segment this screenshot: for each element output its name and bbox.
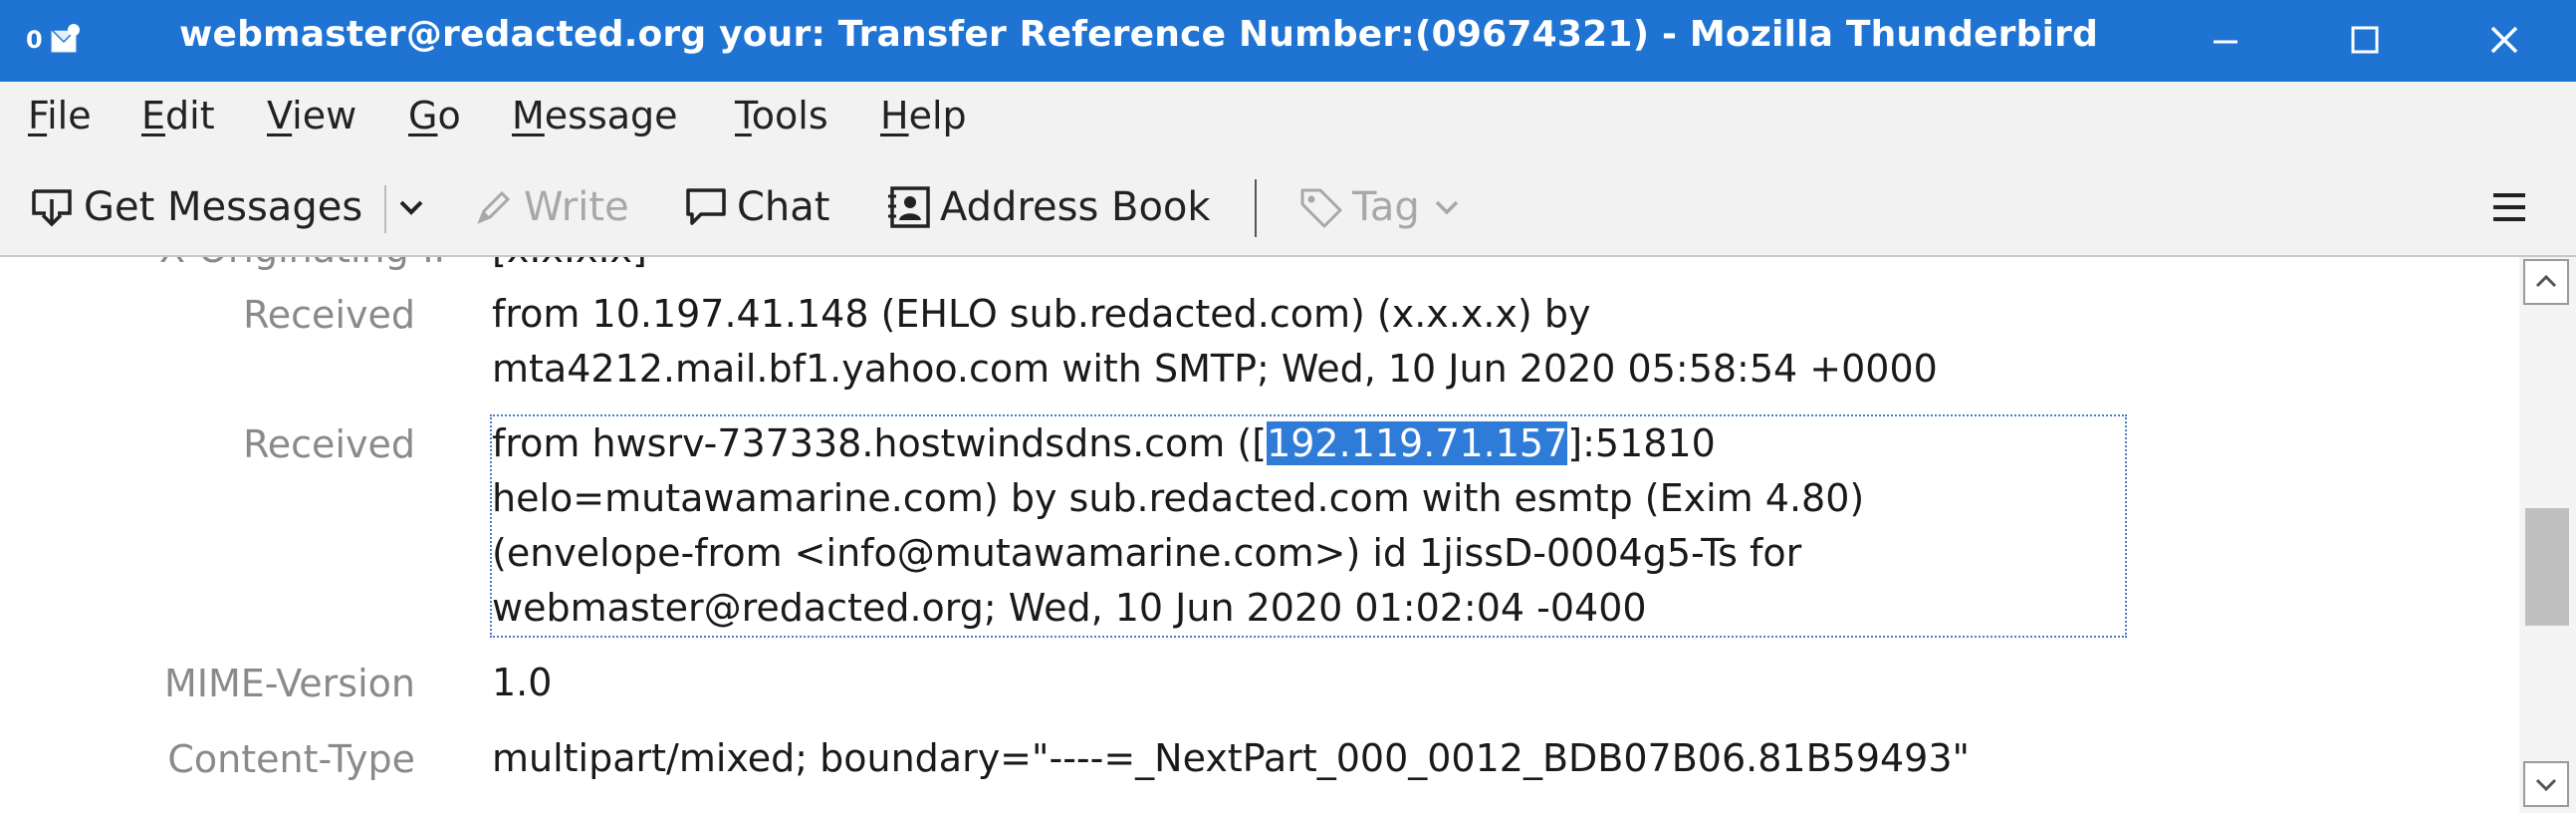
thunderbird-window: 0 webmaster@redacted.org your: Transfer … bbox=[0, 0, 2576, 813]
address-book-label: Address Book bbox=[940, 184, 1211, 230]
received-2-line-3: (envelope-from <info@mutawamarine.com>) … bbox=[492, 531, 1802, 575]
chevron-down-icon bbox=[1435, 200, 1458, 215]
scroll-down-button[interactable] bbox=[2523, 761, 2569, 807]
close-button[interactable] bbox=[2469, 8, 2539, 72]
header-value-received-focused[interactable]: from hwsrv-737338.hostwindsdns.com ([192… bbox=[490, 414, 2127, 638]
address-book-button[interactable]: Address Book bbox=[886, 177, 1211, 237]
pencil-icon bbox=[477, 190, 511, 224]
title-bar: 0 webmaster@redacted.org your: Transfer … bbox=[0, 0, 2576, 82]
received-2-line-2: helo=mutawamarine.com) by sub.redacted.c… bbox=[492, 476, 1865, 520]
menu-help[interactable]: Help bbox=[880, 94, 967, 137]
selected-ip-address[interactable]: 192.119.71.157 bbox=[1267, 421, 1568, 465]
scroll-up-button[interactable] bbox=[2523, 259, 2569, 305]
received-1-line-1: from 10.197.41.148 (EHLO sub.redacted.co… bbox=[492, 292, 1591, 336]
tag-label: Tag bbox=[1352, 184, 1420, 230]
minimize-icon bbox=[2214, 40, 2237, 44]
app-menu-button[interactable] bbox=[2489, 177, 2537, 237]
header-value-content-type[interactable]: multipart/mixed; boundary="----=_NextPar… bbox=[492, 731, 1970, 786]
received-2-line-1: from hwsrv-737338.hostwindsdns.com ([192… bbox=[492, 421, 1716, 465]
toolbar-divider bbox=[1255, 179, 1257, 237]
header-label-content-type: Content-Type bbox=[167, 737, 415, 781]
vertical-scrollbar[interactable] bbox=[2519, 257, 2576, 813]
header-value-x-originating-ip: [x.x.x.x] bbox=[492, 257, 647, 271]
received-1-line-2: mta4212.mail.bf1.yahoo.com with SMTP; We… bbox=[492, 347, 1938, 391]
header-value-received[interactable]: from 10.197.41.148 (EHLO sub.redacted.co… bbox=[492, 287, 1938, 397]
address-book-icon bbox=[888, 186, 930, 228]
download-icon bbox=[32, 189, 72, 227]
thunderbird-mail-icon bbox=[50, 24, 80, 53]
header-label-received: Received bbox=[243, 293, 415, 337]
menu-view[interactable]: View bbox=[267, 94, 356, 137]
minimize-button[interactable] bbox=[2191, 8, 2260, 72]
chevron-up-icon bbox=[2535, 274, 2557, 288]
window-title: webmaster@redacted.org your: Transfer Re… bbox=[179, 14, 2099, 55]
tag-button[interactable]: Tag bbox=[1298, 177, 1472, 237]
chat-button[interactable]: Chat bbox=[683, 177, 829, 237]
header-label-x-originating-ip: X-Originating-IP bbox=[159, 257, 457, 271]
maximize-icon bbox=[2351, 26, 2379, 54]
write-label: Write bbox=[524, 184, 629, 230]
chevron-down-icon bbox=[2535, 778, 2557, 792]
get-messages-button[interactable]: Get Messages bbox=[28, 177, 362, 237]
toolbar-split-divider bbox=[384, 185, 386, 233]
menu-file[interactable]: File bbox=[28, 94, 92, 137]
menu-tools[interactable]: Tools bbox=[735, 94, 828, 137]
get-messages-label: Get Messages bbox=[84, 184, 363, 230]
header-label-mime-version: MIME-Version bbox=[163, 662, 415, 705]
menu-edit[interactable]: Edit bbox=[141, 94, 215, 137]
get-messages-dropdown[interactable] bbox=[394, 177, 436, 237]
chevron-down-icon bbox=[399, 200, 423, 215]
hamburger-menu-icon bbox=[2493, 193, 2525, 221]
write-button[interactable]: Write bbox=[472, 177, 629, 237]
received-2-line-4: webmaster@redacted.org; Wed, 10 Jun 2020… bbox=[492, 586, 1647, 630]
header-value-mime-version[interactable]: 1.0 bbox=[492, 656, 552, 710]
unread-count: 0 bbox=[26, 26, 43, 54]
menu-message[interactable]: Message bbox=[512, 94, 678, 137]
menu-bar: File Edit View Go Message Tools Help bbox=[0, 82, 2576, 159]
header-label-received: Received bbox=[243, 422, 415, 466]
chat-icon bbox=[686, 188, 726, 225]
menu-go[interactable]: Go bbox=[408, 94, 461, 137]
chat-label: Chat bbox=[737, 184, 830, 230]
close-icon bbox=[2490, 26, 2518, 54]
maximize-button[interactable] bbox=[2330, 8, 2400, 72]
message-header-pane: X-Originating-IP [x.x.x.x] Received from… bbox=[0, 257, 2519, 813]
scroll-thumb[interactable] bbox=[2525, 508, 2569, 626]
main-toolbar: Get Messages Write Chat Address Book Tag bbox=[0, 159, 2576, 257]
app-icon: 0 bbox=[24, 22, 84, 60]
tag-icon bbox=[1300, 188, 1342, 228]
